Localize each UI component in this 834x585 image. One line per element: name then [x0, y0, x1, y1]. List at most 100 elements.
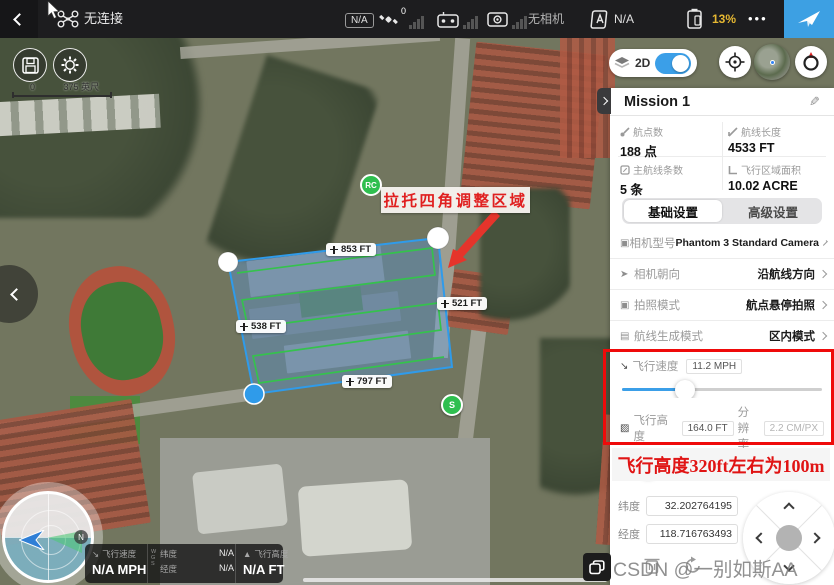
speed-slider-knob[interactable]: [675, 380, 695, 400]
mission-stats: 航点数 188 点 航线长度 4533 FT 主航线条数 5 条 飞行区域面积 …: [610, 116, 834, 196]
map-settings-button[interactable]: [53, 48, 87, 82]
tab-basic-settings[interactable]: 基础设置: [624, 200, 722, 222]
top-status-bar: 无连接 N/A 0 无相机 N/A: [0, 0, 834, 38]
edge-length-pill[interactable]: 538 FT: [236, 320, 286, 333]
save-icon: [22, 57, 39, 74]
nudge-up-button[interactable]: [783, 502, 794, 513]
setting-route-mode[interactable]: ▤ 航线生成模式 区内模式: [610, 321, 834, 352]
edge-length-label: 797 FT: [357, 376, 387, 387]
minimap-location-dot: [770, 60, 775, 65]
layers-icon: [614, 56, 630, 70]
move-cross-icon: [346, 378, 354, 386]
app-screen: 853 FT 521 FT 538 FT 797 FT S RC 拉托四角调整区…: [0, 0, 834, 585]
resolution-value-box: 2.2 CM/PX: [764, 421, 824, 436]
flight-mode-value: N/A: [614, 0, 634, 38]
camera-icon: ▣: [620, 238, 629, 249]
2d-switch[interactable]: [655, 53, 691, 74]
gps-satellite-icon: [379, 11, 398, 28]
chevron-right-icon: [819, 270, 827, 278]
airplane-icon: [797, 9, 821, 29]
stat-waypoints: 航点数 188 点: [620, 124, 728, 162]
edge-length-label: 521 FT: [452, 298, 482, 309]
mission-header: Mission 1 ✎: [610, 88, 834, 116]
stat-route-length: 航线长度 4533 FT: [728, 124, 834, 162]
edge-length-label: 538 FT: [251, 321, 281, 332]
nudge-left-button[interactable]: [755, 532, 766, 543]
mouse-cursor: [47, 1, 61, 21]
home-indicator[interactable]: [303, 578, 607, 582]
speed-slider[interactable]: [622, 388, 822, 391]
minimap-button[interactable]: [754, 44, 790, 80]
move-cross-icon: [330, 246, 338, 254]
camera-signal-bars: [512, 16, 527, 29]
more-menu-button[interactable]: •••: [748, 0, 768, 38]
settings-tabbar: 基础设置 高级设置: [622, 198, 822, 224]
save-mission-button[interactable]: [13, 48, 47, 82]
chevron-right-icon: [600, 97, 608, 105]
compass-icon: [800, 51, 822, 73]
battery-icon: [686, 8, 705, 29]
edge-length-pill[interactable]: 853 FT: [326, 243, 376, 256]
chevron-right-icon: [819, 332, 827, 340]
heading-icon: ➤: [620, 269, 634, 280]
camera-status-icon: [487, 11, 508, 27]
edge-length-pill[interactable]: 521 FT: [437, 297, 487, 310]
speed-slider-row: ↘ 飞行速度 11.2 MPH: [610, 352, 834, 398]
telemetry-coords: WGS 纬度N/A 经度N/A: [147, 544, 235, 583]
setting-camera-model[interactable]: ▣ 相机型号 Phantom 3 Standard Camera: [610, 228, 834, 259]
altitude-icon: ▨: [620, 423, 629, 434]
back-button[interactable]: [0, 0, 38, 38]
nudge-right-button[interactable]: [809, 532, 820, 543]
edge-length-label: 853 FT: [341, 244, 371, 255]
route-mode-icon: ▤: [620, 331, 634, 342]
polygon-corner-handle[interactable]: [244, 384, 264, 404]
speed-icon: ↘: [620, 361, 628, 372]
watermark: CSDN @一别如斯AA: [613, 553, 834, 582]
2d-label: 2D: [635, 56, 650, 70]
gps-signal-bars: [409, 16, 424, 29]
telemetry-altitude: ▲飞行高度 N/A FT: [235, 544, 283, 583]
mission-title: Mission 1: [624, 94, 809, 110]
polygon-corner-handle[interactable]: [218, 252, 238, 272]
telemetry-speed: ↘飞行速度 N/A MPH: [85, 544, 147, 583]
switch-knob: [672, 55, 689, 72]
chevron-left-icon: [13, 13, 26, 26]
locate-me-button[interactable]: [719, 46, 751, 78]
aircraft-heading-icon: [19, 530, 45, 550]
edge-length-pill[interactable]: 797 FT: [342, 375, 392, 388]
wgs-label: WGS: [151, 549, 157, 567]
move-cross-icon: [441, 300, 449, 308]
takeoff-button[interactable]: [784, 0, 834, 38]
nudge-center-button[interactable]: [776, 525, 802, 551]
move-cross-icon: [240, 323, 248, 331]
panel-collapse-tab[interactable]: [597, 88, 611, 114]
setting-camera-heading[interactable]: ➤ 相机朝向 沿航线方向: [610, 259, 834, 290]
compass-north-badge: N: [74, 530, 88, 544]
main-lines-icon: [620, 165, 630, 175]
chevron-right-icon: [822, 240, 828, 246]
screenshot-copy-button[interactable]: [583, 553, 611, 581]
stat-area: 飞行区域面积 10.02 ACRE: [728, 162, 834, 200]
remote-controller-icon: [437, 11, 459, 28]
speed-icon: ↘: [92, 549, 99, 560]
speed-value-box[interactable]: 11.2 MPH: [686, 359, 742, 374]
map-2d-toggle[interactable]: 2D: [609, 49, 697, 77]
altitude-value-box[interactable]: 164.0 FT: [682, 421, 734, 436]
capture-mode-icon: ▣: [620, 300, 634, 311]
battery-percentage: 13%: [712, 0, 736, 38]
edit-mission-icon[interactable]: ✎: [809, 94, 820, 110]
polygon-corner-handle[interactable]: [427, 227, 449, 249]
annotation-hint-label: 拉托四角调整区域: [381, 187, 530, 213]
route-start-marker[interactable]: S: [441, 394, 463, 416]
tab-advanced-settings[interactable]: 高级设置: [724, 198, 822, 224]
longitude-input[interactable]: [646, 524, 738, 544]
chevron-right-icon: [819, 301, 827, 309]
aircraft-status-badge: N/A: [345, 10, 374, 28]
gps-count: 0: [401, 6, 406, 16]
latitude-input[interactable]: [646, 496, 738, 516]
route-length-icon: [728, 127, 738, 137]
compass-reset-button[interactable]: [795, 46, 827, 78]
flight-mode-icon: [590, 9, 610, 29]
stat-main-lines: 主航线条数 5 条: [620, 162, 728, 200]
setting-capture-mode[interactable]: ▣ 拍照模式 航点悬停拍照: [610, 290, 834, 321]
